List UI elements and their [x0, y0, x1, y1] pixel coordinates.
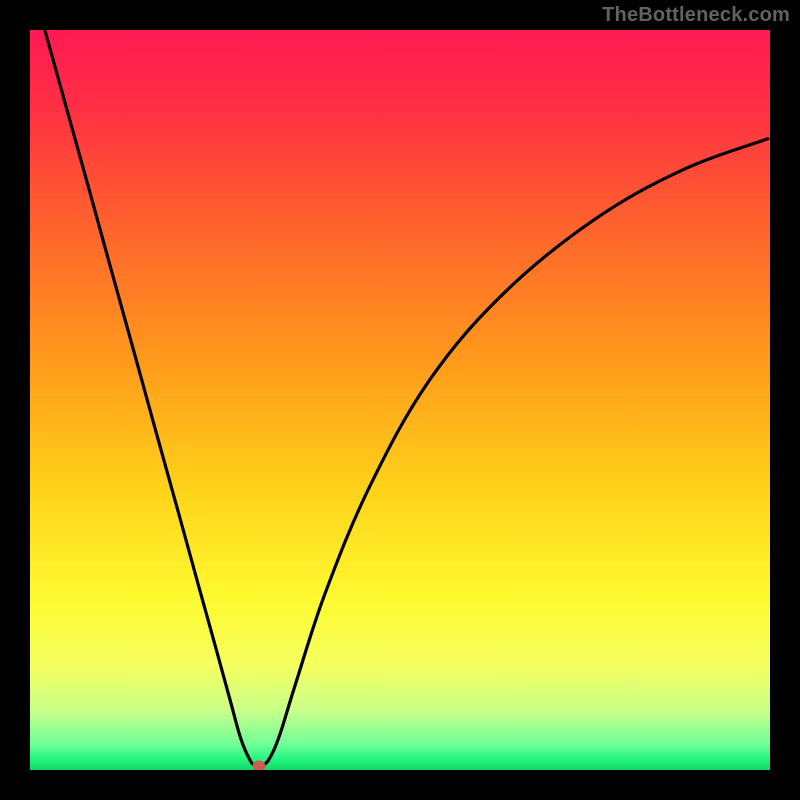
plot-area	[30, 30, 770, 770]
chart-frame: TheBottleneck.com	[0, 0, 800, 800]
watermark-label: TheBottleneck.com	[602, 4, 790, 27]
curve-layer	[30, 30, 770, 770]
minimum-point-marker	[253, 761, 266, 770]
bottleneck-curve	[45, 30, 768, 766]
